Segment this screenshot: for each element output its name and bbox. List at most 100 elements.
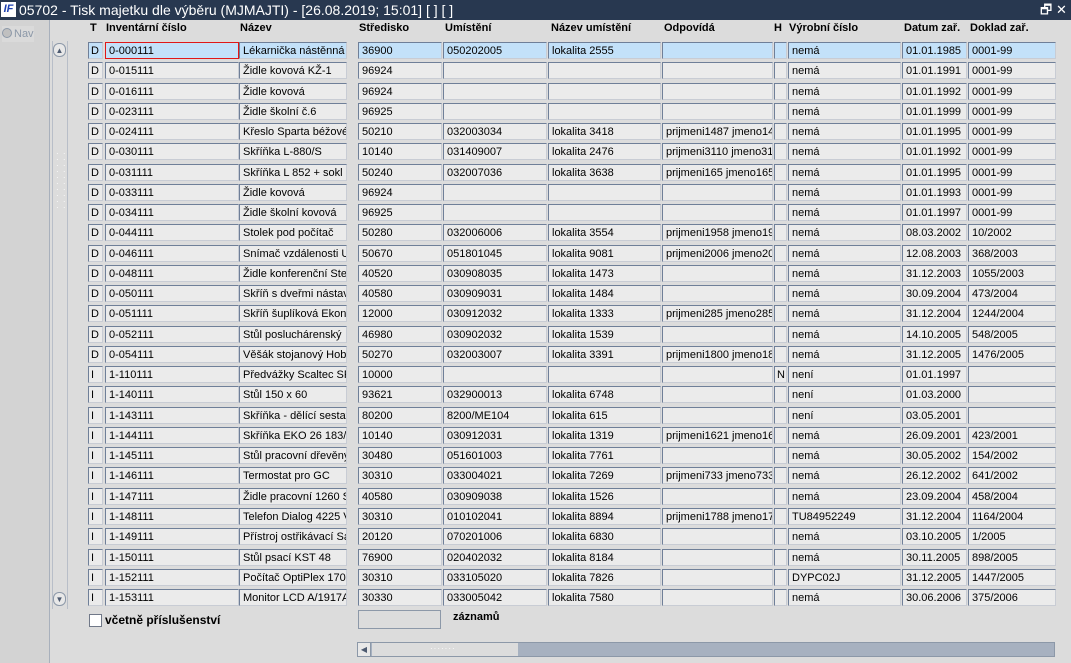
cell-h[interactable]	[774, 143, 787, 160]
cell-nazev[interactable]: Počítač OptiPlex 170L	[239, 569, 347, 586]
cell-odpovida[interactable]	[662, 83, 773, 100]
cell-t[interactable]: D	[88, 285, 103, 302]
cell-umisteni[interactable]: 070201006	[443, 528, 547, 545]
cell-umisteni[interactable]: 032007036	[443, 164, 547, 181]
cell-vyrobni[interactable]: nemá	[788, 427, 901, 444]
cell-stredisko[interactable]: 40580	[358, 285, 442, 302]
cell-h[interactable]	[774, 265, 787, 282]
cell-inv[interactable]: 0-015111	[105, 62, 239, 79]
cell-t[interactable]: I	[88, 427, 103, 444]
column-header-doklad[interactable]: Doklad zař.	[970, 22, 1029, 34]
cell-nazev_um[interactable]: lokalita 7826	[548, 569, 661, 586]
cell-stredisko[interactable]: 93621	[358, 386, 442, 403]
cell-odpovida[interactable]	[662, 386, 773, 403]
cell-stredisko[interactable]: 10140	[358, 427, 442, 444]
cell-umisteni[interactable]: 8200/ME104	[443, 407, 547, 424]
cell-t[interactable]: I	[88, 589, 103, 606]
cell-h[interactable]	[774, 123, 787, 140]
cell-stredisko[interactable]: 10000	[358, 366, 442, 383]
cell-inv[interactable]: 1-144111	[105, 427, 239, 444]
column-header-h[interactable]: H	[774, 22, 782, 34]
cell-nazev[interactable]: Židle pracovní 1260 S	[239, 488, 347, 505]
cell-inv[interactable]: 0-016111	[105, 83, 239, 100]
cell-h[interactable]	[774, 386, 787, 403]
cell-inv[interactable]: 0-000111	[105, 42, 239, 59]
column-header-stredisko[interactable]: Středisko	[359, 22, 409, 34]
cell-stredisko[interactable]: 50280	[358, 224, 442, 241]
cell-h[interactable]	[774, 83, 787, 100]
cell-vyrobni[interactable]: nemá	[788, 42, 901, 59]
close-icon[interactable]: ✕	[1056, 0, 1067, 20]
cell-nazev_um[interactable]: lokalita 7269	[548, 467, 661, 484]
cell-vyrobni[interactable]: nemá	[788, 123, 901, 140]
cell-nazev_um[interactable]	[548, 62, 661, 79]
cell-inv[interactable]: 1-152111	[105, 569, 239, 586]
cell-doklad[interactable]: 154/2002	[968, 447, 1056, 464]
cell-inv[interactable]: 0-023111	[105, 103, 239, 120]
cell-inv[interactable]: 1-153111	[105, 589, 239, 606]
cell-h[interactable]	[774, 285, 787, 302]
cell-vyrobni[interactable]: nemá	[788, 326, 901, 343]
cell-stredisko[interactable]: 96925	[358, 204, 442, 221]
cell-stredisko[interactable]: 20120	[358, 528, 442, 545]
cell-datum[interactable]: 01.01.1997	[902, 366, 967, 383]
cell-nazev_um[interactable]: lokalita 7761	[548, 447, 661, 464]
cell-vyrobni[interactable]: TU84952249	[788, 508, 901, 525]
cell-odpovida[interactable]	[662, 569, 773, 586]
cell-odpovida[interactable]: prijmeni1621 jmeno162	[662, 427, 773, 444]
cell-umisteni[interactable]	[443, 83, 547, 100]
cell-datum[interactable]: 31.12.2005	[902, 569, 967, 586]
cell-stredisko[interactable]: 96924	[358, 83, 442, 100]
cell-inv[interactable]: 1-146111	[105, 467, 239, 484]
cell-datum[interactable]: 31.12.2004	[902, 305, 967, 322]
cell-inv[interactable]: 0-024111	[105, 123, 239, 140]
cell-vyrobni[interactable]: nemá	[788, 305, 901, 322]
cell-h[interactable]: N	[774, 366, 787, 383]
cell-stredisko[interactable]: 12000	[358, 305, 442, 322]
cell-odpovida[interactable]	[662, 184, 773, 201]
cell-inv[interactable]: 1-140111	[105, 386, 239, 403]
cell-datum[interactable]: 31.12.2003	[902, 265, 967, 282]
cell-vyrobni[interactable]: nemá	[788, 224, 901, 241]
cell-t[interactable]: I	[88, 366, 103, 383]
cell-datum[interactable]: 30.11.2005	[902, 549, 967, 566]
cell-datum[interactable]: 01.01.1995	[902, 123, 967, 140]
cell-odpovida[interactable]	[662, 407, 773, 424]
cell-datum[interactable]: 26.09.2001	[902, 427, 967, 444]
cell-odpovida[interactable]: prijmeni165 jmeno165	[662, 164, 773, 181]
cell-umisteni[interactable]: 030902032	[443, 326, 547, 343]
cell-datum[interactable]: 30.09.2004	[902, 285, 967, 302]
cell-h[interactable]	[774, 549, 787, 566]
cell-nazev_um[interactable]: lokalita 1526	[548, 488, 661, 505]
cell-nazev[interactable]: Skříň s dveřmi nástav	[239, 285, 347, 302]
cell-doklad[interactable]: 473/2004	[968, 285, 1056, 302]
cell-inv[interactable]: 1-110111	[105, 366, 239, 383]
column-header-vyrobni[interactable]: Výrobní číslo	[789, 22, 858, 34]
cell-nazev_um[interactable]: lokalita 1333	[548, 305, 661, 322]
cell-vyrobni[interactable]: nemá	[788, 528, 901, 545]
cell-odpovida[interactable]	[662, 589, 773, 606]
cell-vyrobni[interactable]: nemá	[788, 103, 901, 120]
cell-t[interactable]: I	[88, 528, 103, 545]
cell-odpovida[interactable]	[662, 285, 773, 302]
cell-doklad[interactable]: 0001-99	[968, 42, 1056, 59]
cell-datum[interactable]: 12.08.2003	[902, 245, 967, 262]
cell-datum[interactable]: 01.01.1991	[902, 62, 967, 79]
cell-doklad[interactable]: 0001-99	[968, 184, 1056, 201]
cell-inv[interactable]: 0-054111	[105, 346, 239, 363]
column-header-nazev[interactable]: Název	[240, 22, 272, 34]
cell-nazev[interactable]: Stůl posluchárenský	[239, 326, 347, 343]
cell-t[interactable]: D	[88, 83, 103, 100]
cell-h[interactable]	[774, 508, 787, 525]
cell-odpovida[interactable]	[662, 447, 773, 464]
cell-doklad[interactable]: 1244/2004	[968, 305, 1056, 322]
cell-umisteni[interactable]	[443, 103, 547, 120]
cell-doklad[interactable]: 0001-99	[968, 123, 1056, 140]
cell-doklad[interactable]: 1055/2003	[968, 265, 1056, 282]
cell-nazev_um[interactable]	[548, 204, 661, 221]
cell-nazev[interactable]: Skříň šuplíková Ekono	[239, 305, 347, 322]
cell-nazev_um[interactable]: lokalita 6830	[548, 528, 661, 545]
cell-umisteni[interactable]: 010102041	[443, 508, 547, 525]
cell-nazev[interactable]: Telefon Dialog 4225 V	[239, 508, 347, 525]
cell-t[interactable]: D	[88, 326, 103, 343]
